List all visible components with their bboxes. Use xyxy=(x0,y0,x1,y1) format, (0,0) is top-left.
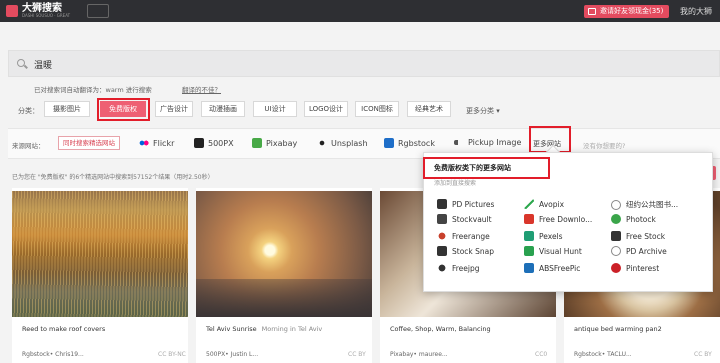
source-label-unsplash: Unsplash xyxy=(331,138,368,148)
source-selected-toggle[interactable]: 同时搜索精选网站 xyxy=(58,136,120,150)
top-bar: 大狮搜索 DASHI SOUSUO · GREAT 邀请好友领现金(35) 我的… xyxy=(0,0,720,22)
category-icon[interactable]: ICON图标 xyxy=(355,101,399,117)
rgbstock-icon xyxy=(384,138,394,148)
flickr-icon xyxy=(139,138,149,148)
source-label: 来源网站： xyxy=(12,142,45,150)
card-license: CC BY-NC xyxy=(158,351,186,358)
source-500px[interactable]: 500PX xyxy=(194,138,234,148)
search-input[interactable] xyxy=(34,56,434,72)
stock-snap-icon xyxy=(437,246,447,256)
category-logo[interactable]: LOGO设计 xyxy=(304,101,348,117)
pd-pictures-icon xyxy=(437,199,447,209)
category-photo[interactable]: 摄影图片 xyxy=(44,101,90,117)
site-photock[interactable]: Photock xyxy=(611,214,656,224)
500px-icon xyxy=(194,138,204,148)
envelope-icon xyxy=(588,8,596,15)
source-rgbstock[interactable]: Rgbstock xyxy=(384,138,435,148)
result-image[interactable] xyxy=(12,191,188,317)
pd-archive-icon xyxy=(611,246,621,256)
source-unsplash[interactable]: Unsplash xyxy=(317,138,368,148)
source-label-flickr: Flickr xyxy=(153,138,175,148)
site-avopix[interactable]: Avopix xyxy=(524,199,564,209)
card-license: CC BY xyxy=(348,351,366,358)
result-card[interactable]: Reed to make roof covers Rgbstock• Chris… xyxy=(12,188,188,363)
pinterest-icon xyxy=(611,263,621,273)
pexels-icon xyxy=(524,231,534,241)
category-label: 分类： xyxy=(18,107,39,115)
site-pd-pictures[interactable]: PD Pictures xyxy=(437,199,494,209)
stockvault-icon xyxy=(437,214,447,224)
source-flickr[interactable]: Flickr xyxy=(139,138,174,148)
result-summary: 已为您在 "免费版权" 的6个精选网站中搜索到57152个结果（用时2.50秒） xyxy=(12,174,214,181)
photock-icon xyxy=(611,214,621,224)
pickup-image-icon xyxy=(454,140,464,145)
card-license: CC0 xyxy=(535,351,548,358)
source-label-rgbstock: Rgbstock xyxy=(398,138,435,148)
card-subtitle: Morning in Tel Aviv xyxy=(261,325,323,333)
freejpg-icon xyxy=(437,263,447,273)
card-license: CC BY xyxy=(694,351,712,358)
free-stock-icon xyxy=(611,231,621,241)
site-pinterest[interactable]: Pinterest xyxy=(611,263,659,273)
card-source[interactable]: Pixabay• mauree... xyxy=(390,351,448,358)
card-title: antique bed warming pan2 xyxy=(574,325,662,333)
site-stockvault[interactable]: Stockvault xyxy=(437,214,492,224)
card-source[interactable]: 500PX• Justin L... xyxy=(206,351,258,358)
category-ui[interactable]: UI设计 xyxy=(253,101,297,117)
site-free-stock[interactable]: Free Stock xyxy=(611,231,665,241)
card-title: Reed to make roof covers xyxy=(22,325,106,333)
my-account-link[interactable]: 我的大狮 xyxy=(680,6,712,17)
translation-note: 已对搜索词自动翻译为：warm 进行搜索 xyxy=(34,86,152,94)
site-visual-hunt[interactable]: Visual Hunt xyxy=(524,246,582,256)
highlight-box xyxy=(423,157,550,179)
camera-icon xyxy=(317,138,327,148)
source-pickup-image[interactable]: Pickup Image xyxy=(454,138,521,147)
free-download-icon xyxy=(524,214,534,224)
category-anime[interactable]: 动漫插画 xyxy=(201,101,245,117)
visual-hunt-icon xyxy=(524,246,534,256)
more-categories-dropdown[interactable]: 更多分类 ▾ xyxy=(466,106,500,116)
avopix-icon xyxy=(524,199,534,209)
translation-feedback-link[interactable]: 翻译的不佳？ xyxy=(182,84,221,94)
secondary-logo-icon[interactable] xyxy=(87,4,109,18)
search-icon[interactable] xyxy=(17,59,25,67)
site-logo[interactable]: 大狮搜索 DASHI SOUSUO · GREAT xyxy=(6,4,70,18)
absfreepic-icon xyxy=(524,263,534,273)
card-source[interactable]: Rgbstock• TACLU... xyxy=(574,351,632,358)
search-bar[interactable] xyxy=(8,50,720,77)
site-stock-snap[interactable]: Stock Snap xyxy=(437,246,494,256)
site-freerange[interactable]: Freerange xyxy=(437,231,490,241)
pixabay-icon xyxy=(252,138,262,148)
site-pd-archive[interactable]: PD Archive xyxy=(611,246,667,256)
invite-label: 邀请好友领现金(35) xyxy=(600,7,664,15)
source-pixabay[interactable]: Pixabay xyxy=(252,138,297,148)
site-nypl[interactable]: 纽约公共图书... xyxy=(611,199,678,210)
result-card[interactable]: Tel Aviv Sunrise Morning in Tel Aviv 500P… xyxy=(196,188,372,363)
source-label-pixabay: Pixabay xyxy=(266,138,298,148)
highlight-box xyxy=(97,98,150,121)
source-label-500px: 500PX xyxy=(208,138,234,148)
card-title: Coffee, Shop, Warm, Balancing xyxy=(390,325,491,333)
category-classic-art[interactable]: 经典艺术 xyxy=(407,101,451,117)
logo-subtext: DASHI SOUSUO · GREAT xyxy=(22,13,71,18)
category-ad-design[interactable]: 广告设计 xyxy=(155,101,193,117)
freerange-icon xyxy=(437,231,447,241)
result-image[interactable] xyxy=(196,191,372,317)
source-label-pickup-image: Pickup Image xyxy=(468,138,522,147)
nypl-icon xyxy=(611,199,621,210)
site-free-download[interactable]: Free Downlo... xyxy=(524,214,592,224)
invite-friends-button[interactable]: 邀请好友领现金(35) xyxy=(584,5,670,18)
site-pexels[interactable]: Pexels xyxy=(524,231,563,241)
site-freejpg[interactable]: Freejpg xyxy=(437,263,480,273)
card-title: Tel Aviv Sunrise Morning in Tel Aviv xyxy=(206,325,323,333)
source-hint-link[interactable]: 没有你想要的? xyxy=(583,140,625,150)
logo-mark-icon xyxy=(6,5,18,17)
site-absfreepic[interactable]: ABSFreePic xyxy=(524,263,580,273)
dropdown-subtitle: 添加到直接搜索 xyxy=(434,180,477,187)
card-source[interactable]: Rgbstock• Chris19... xyxy=(22,351,84,358)
